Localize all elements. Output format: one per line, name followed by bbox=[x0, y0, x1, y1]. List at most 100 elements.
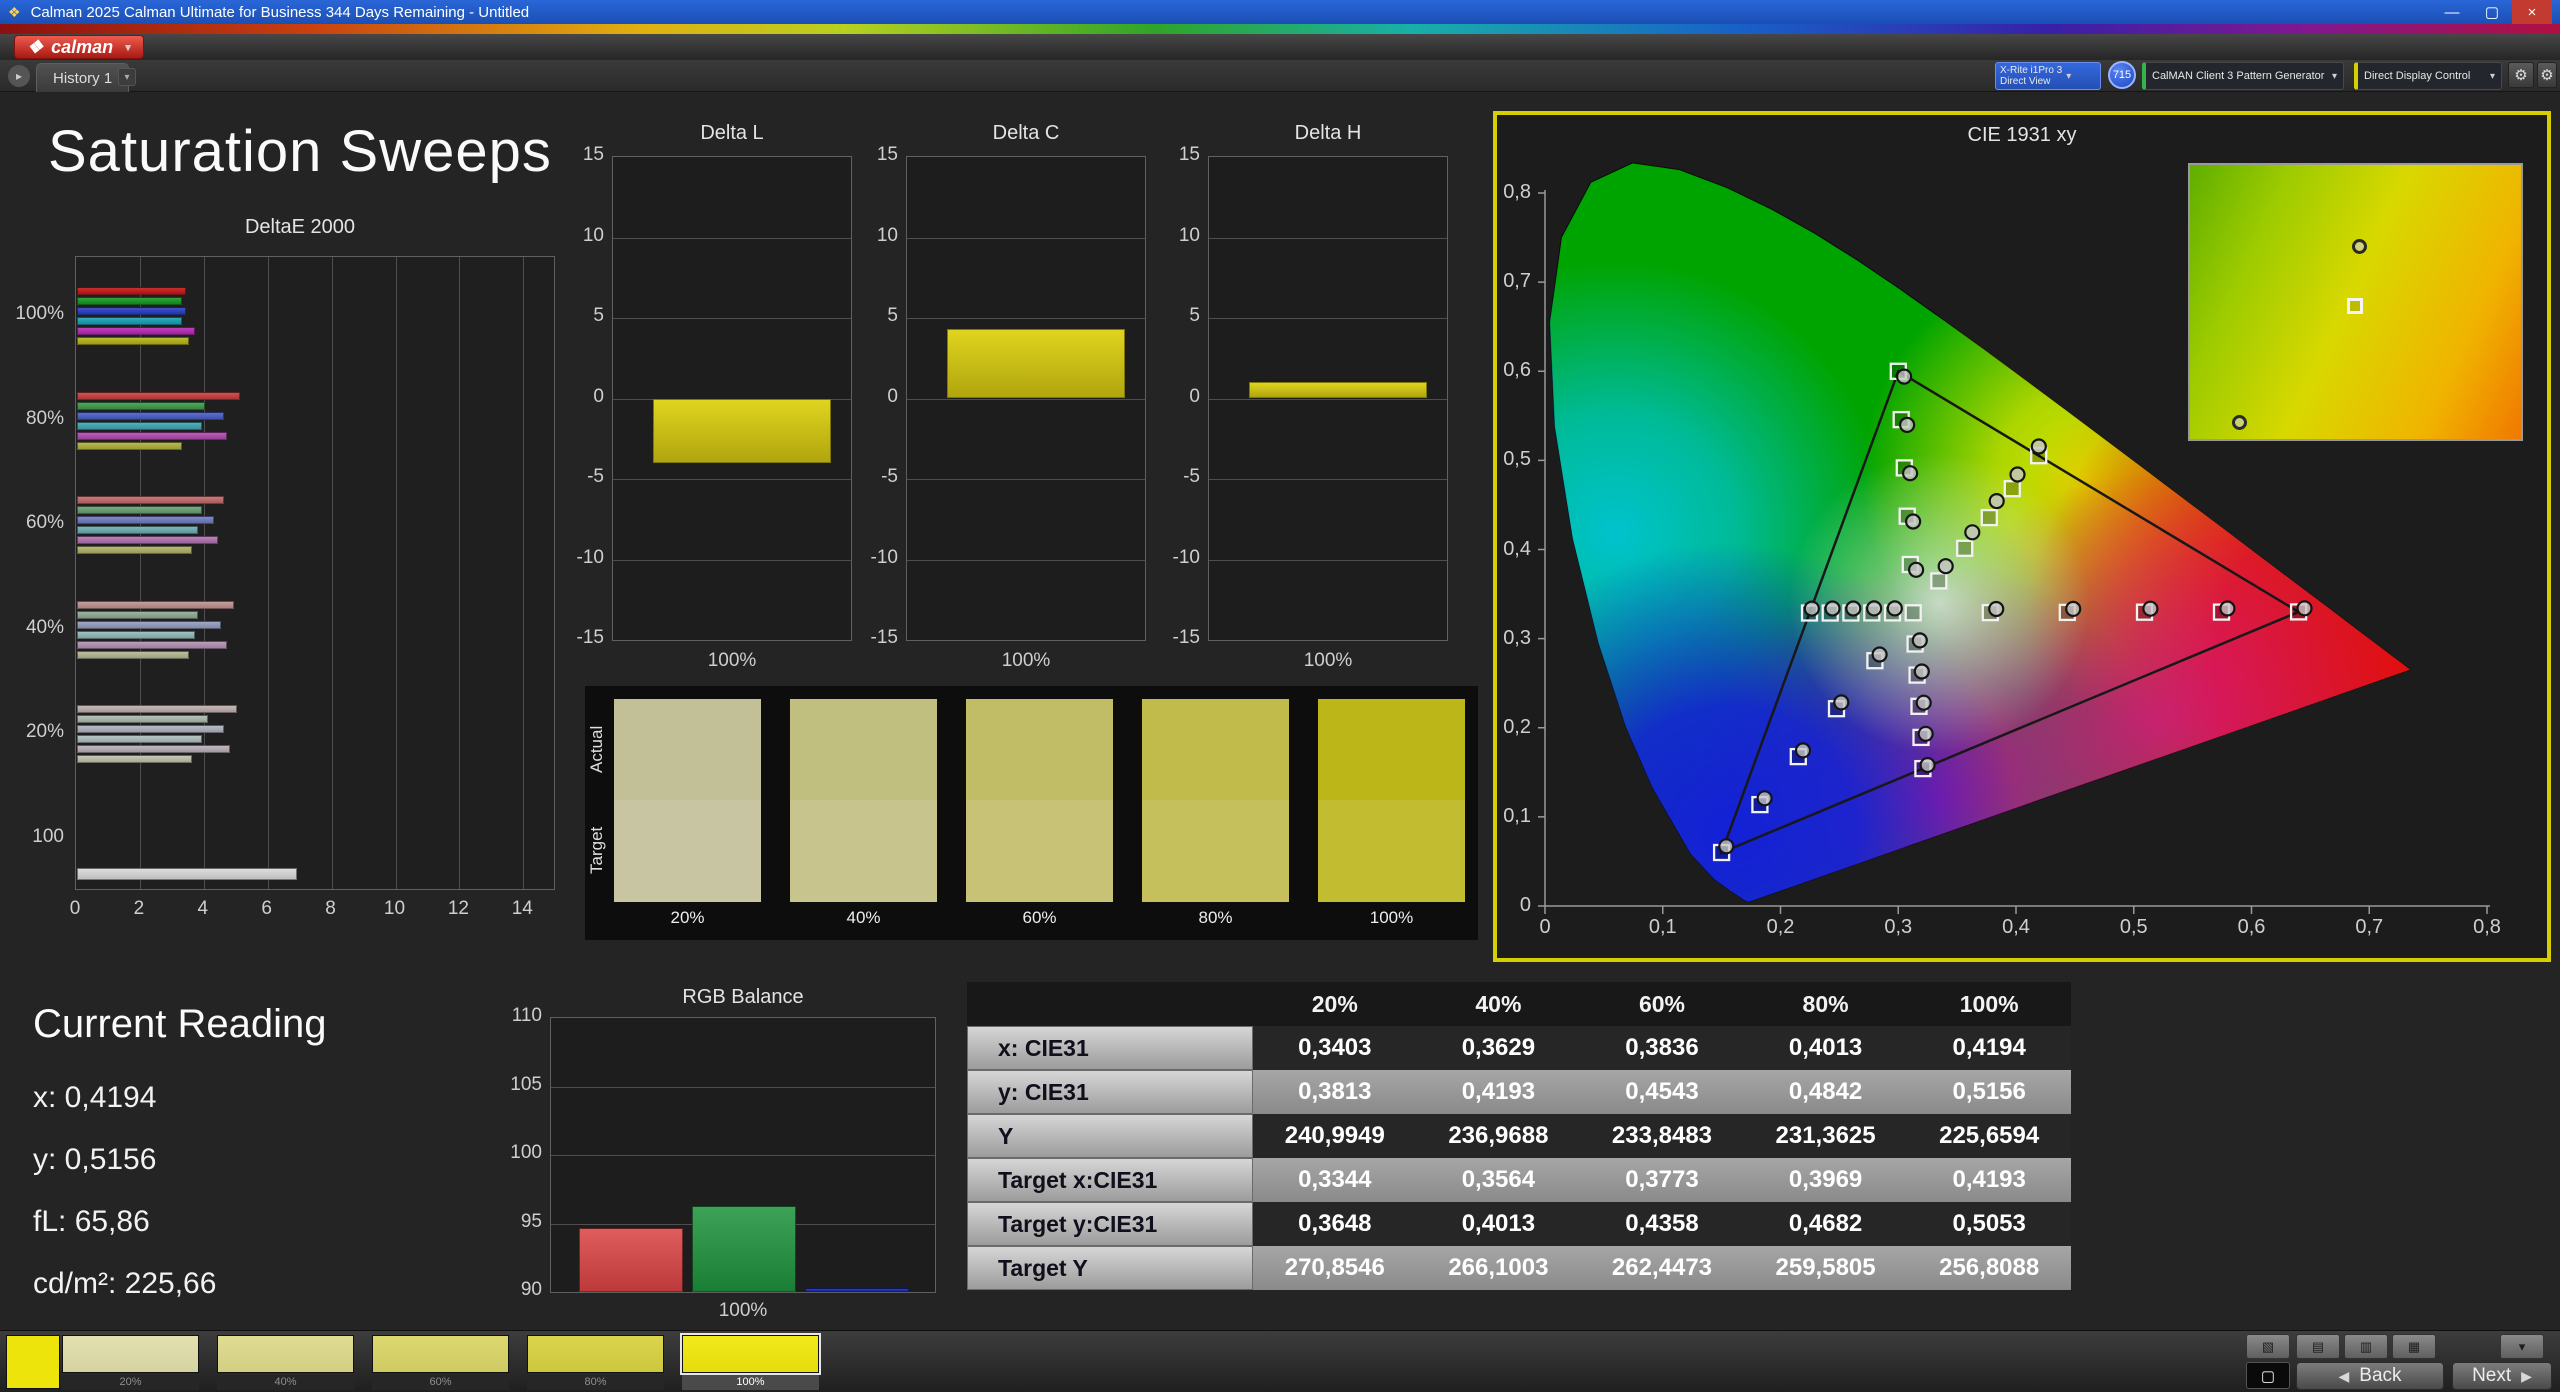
target-marker bbox=[2347, 298, 2363, 314]
table-cell: 0,4543 bbox=[1580, 1070, 1744, 1114]
deltae-chart bbox=[75, 256, 555, 890]
gridline bbox=[613, 559, 851, 561]
target-row-label: Target bbox=[587, 826, 606, 875]
saturation-swatch-button[interactable] bbox=[62, 1335, 199, 1373]
table-cell: 0,3969 bbox=[1743, 1158, 1908, 1202]
deltae-bar bbox=[77, 601, 234, 609]
axis-tick-label: 0,4 bbox=[1503, 537, 1531, 560]
delta-l-category-label: 100% bbox=[707, 650, 757, 671]
red-balance-bar bbox=[579, 1227, 683, 1292]
meter-selector[interactable]: X-Rite i1Pro 3 Direct View ▾ bbox=[1995, 62, 2101, 90]
minimize-button[interactable]: — bbox=[2432, 0, 2472, 24]
axis-tick-label: 105 bbox=[510, 1073, 542, 1095]
calman-logo-icon: ❖ bbox=[27, 36, 44, 57]
table-cell: 256,8088 bbox=[1907, 1246, 2071, 1290]
next-button[interactable]: Next ▶ bbox=[2452, 1362, 2552, 1390]
actual-swatch bbox=[1318, 699, 1465, 800]
deltae-bar bbox=[77, 745, 231, 753]
axis-tick-label: 0,8 bbox=[1503, 181, 1531, 203]
deltae-bar bbox=[77, 516, 215, 524]
delta_c-chart bbox=[906, 156, 1146, 641]
axis-tick-label: 0,7 bbox=[1503, 270, 1531, 293]
column-header: 100% bbox=[1959, 990, 2019, 1017]
chevron-down-icon: ▾ bbox=[125, 41, 131, 54]
table-cell: 0,4194 bbox=[1907, 1026, 2071, 1070]
axis-tick-label: 5 bbox=[1189, 305, 1200, 326]
delta_h-chart bbox=[1208, 156, 1448, 641]
gridline bbox=[1209, 318, 1447, 319]
deltae-bar bbox=[77, 317, 183, 325]
tab-history-1[interactable]: History 1 bbox=[36, 63, 130, 92]
gridline bbox=[1209, 479, 1447, 480]
pattern-source-selector[interactable]: CalMAN Client 3 Pattern Generator ▾ bbox=[2142, 62, 2344, 90]
workflow-settings-button[interactable]: ⚙ bbox=[2537, 62, 2557, 88]
deltae-bar bbox=[77, 392, 240, 400]
current-reading-fl: fL: 65,86 bbox=[33, 1205, 150, 1238]
saturation-swatch-button[interactable] bbox=[372, 1335, 509, 1373]
settings-gear-button[interactable]: ⚙ bbox=[2508, 62, 2534, 88]
axis-tick-label: 0 bbox=[1519, 894, 1531, 916]
deltae-bar bbox=[77, 705, 237, 713]
close-button[interactable]: × bbox=[2512, 0, 2552, 24]
saturation-swatch-button[interactable] bbox=[527, 1335, 664, 1373]
swatch-comparison-panel: 20% 40% 60% 80% 100% bbox=[585, 686, 1478, 940]
deltae-bar bbox=[77, 526, 199, 534]
axis-tick-label: 0,6 bbox=[1503, 359, 1531, 382]
deltae-bar bbox=[77, 631, 196, 639]
axis-tick-label: 100% bbox=[15, 303, 64, 324]
actual-swatch bbox=[1142, 699, 1289, 800]
display-control-selector[interactable]: Direct Display Control ▾ bbox=[2354, 62, 2502, 90]
table-cell: 259,5805 bbox=[1743, 1246, 1908, 1290]
deltae-bar bbox=[77, 412, 224, 420]
green-balance-bar bbox=[692, 1205, 796, 1292]
window-title: Calman 2025 Calman Ultimate for Business… bbox=[30, 3, 530, 21]
gridline bbox=[1209, 237, 1447, 239]
table-cell: 0,4193 bbox=[1907, 1158, 2071, 1202]
grid-tool-button[interactable]: ▦ bbox=[2392, 1334, 2436, 1359]
axis-tick-label: 2 bbox=[133, 898, 145, 919]
deltae-bar bbox=[77, 536, 218, 544]
table-cell: 0,4013 bbox=[1416, 1202, 1581, 1246]
maximize-button[interactable]: ▢ bbox=[2472, 0, 2512, 24]
axis-tick-label: 6 bbox=[261, 898, 272, 919]
layout-tool-button[interactable]: ▤ bbox=[2296, 1334, 2340, 1359]
axis-tick-label: 8 bbox=[325, 898, 336, 919]
target-swatch bbox=[1318, 800, 1465, 902]
calman-menu-button[interactable]: ❖ calman ▾ bbox=[14, 35, 144, 59]
axis-tick-label: -15 bbox=[1172, 627, 1200, 648]
deltae-bar bbox=[77, 755, 193, 763]
pattern-window-button[interactable]: ▢ bbox=[2246, 1362, 2290, 1389]
tab-menu-button[interactable]: ▾ bbox=[118, 68, 136, 86]
target-swatch bbox=[790, 800, 937, 902]
window-titlebar: ❖ Calman 2025 Calman Ultimate for Busine… bbox=[0, 0, 2560, 24]
thumbnail-view-button[interactable]: ▧ bbox=[2246, 1334, 2290, 1359]
axis-tick-label: -5 bbox=[881, 466, 898, 487]
target-swatch bbox=[614, 800, 761, 902]
report-tool-button[interactable]: ▥ bbox=[2344, 1334, 2388, 1359]
saturation-swatch-button[interactable] bbox=[680, 1333, 821, 1375]
axis-tick-label: -15 bbox=[870, 627, 898, 648]
back-button[interactable]: ◀ Back bbox=[2296, 1362, 2444, 1390]
deltae-chart-title: DeltaE 2000 bbox=[244, 216, 356, 238]
deltae-bar bbox=[77, 432, 228, 440]
actual-swatch bbox=[790, 699, 937, 800]
saturation-swatch-button[interactable] bbox=[217, 1335, 354, 1373]
axis-tick-label: 14 bbox=[511, 898, 533, 919]
gridline bbox=[613, 479, 851, 480]
back-button-label: Back bbox=[2359, 1365, 2402, 1386]
gridline bbox=[1209, 398, 1447, 400]
axis-tick-label: 0,3 bbox=[1503, 626, 1531, 649]
saturation-swatch-label: 20% bbox=[62, 1375, 199, 1390]
axis-tick-label: 10 bbox=[582, 224, 604, 246]
table-corner-cell bbox=[967, 982, 1253, 1026]
table-cell: 0,3403 bbox=[1253, 1026, 1417, 1070]
table-cell: 0,3564 bbox=[1416, 1158, 1581, 1202]
next-options-button[interactable]: ▾ bbox=[2500, 1334, 2544, 1359]
current-color-swatch bbox=[6, 1335, 60, 1389]
rgb-balance-chart-title: RGB Balance bbox=[682, 986, 804, 1008]
meter-mode: Direct View bbox=[2000, 76, 2051, 87]
table-cell: 236,9688 bbox=[1416, 1114, 1581, 1158]
gridline bbox=[907, 559, 1145, 561]
tab-scroll-button[interactable]: ▸ bbox=[8, 65, 30, 87]
gridline bbox=[395, 257, 397, 889]
